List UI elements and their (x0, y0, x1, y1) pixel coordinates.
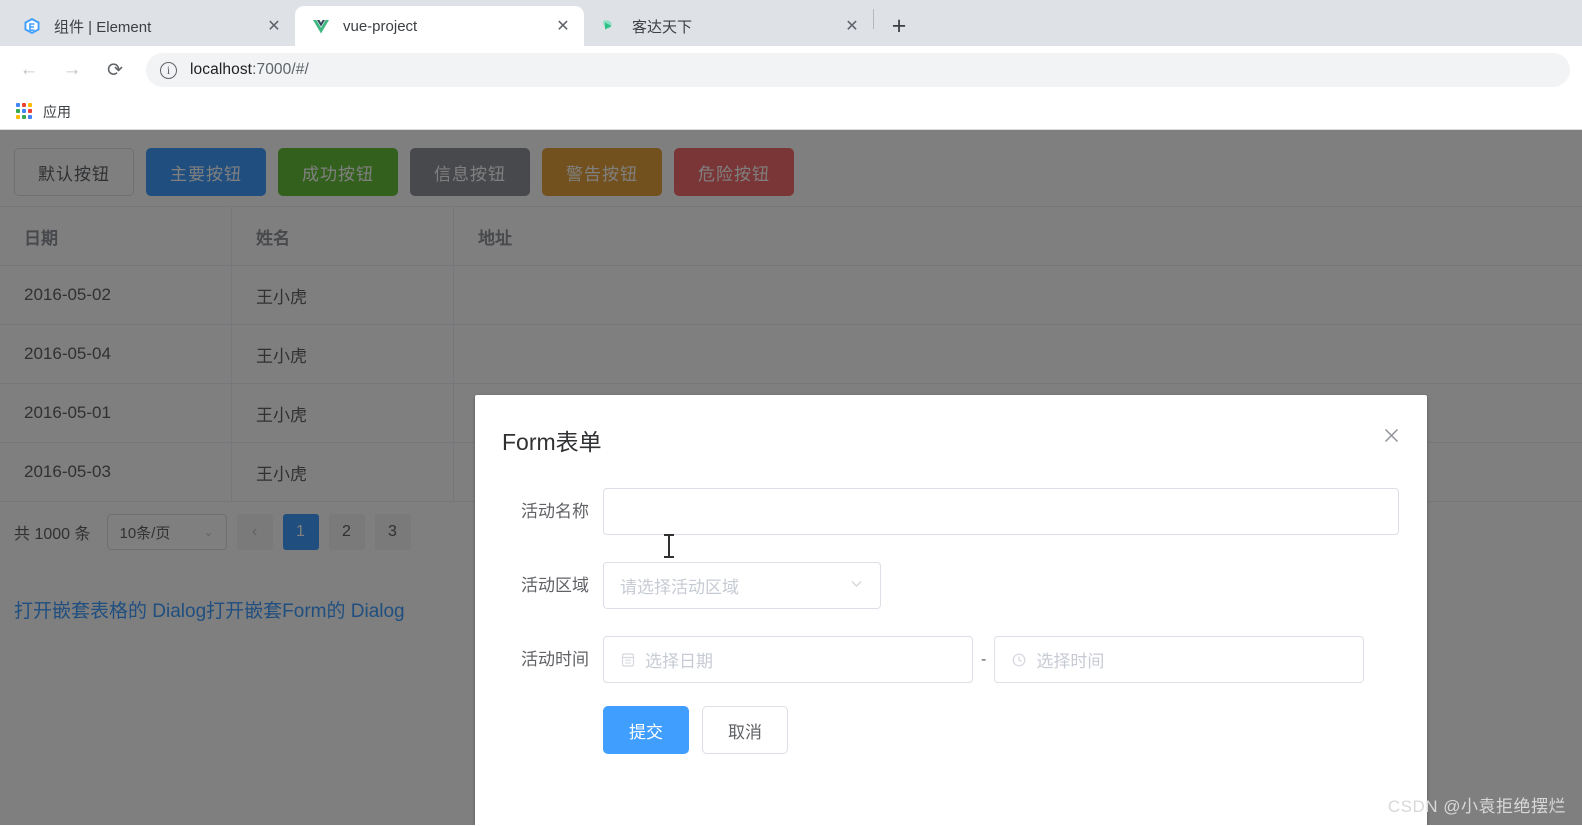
watermark: CSDN @小袁拒绝摆烂 (1387, 797, 1566, 816)
calendar-icon (620, 652, 636, 668)
activity-region-placeholder: 请选择活动区域 (620, 578, 739, 597)
apps-grid-icon[interactable] (16, 103, 33, 120)
dialog-body: 活动名称 活动区域 请选择活动区域 活动时间 选择日期 - 选择时间 提交 取消 (475, 466, 1427, 754)
activity-date-placeholder: 选择日期 (645, 652, 713, 671)
dialog-header: Form表单 (475, 395, 1427, 466)
keda-logo-icon (600, 16, 620, 36)
browser-tab-title: 组件 | Element (54, 18, 152, 36)
back-icon[interactable]: ← (12, 53, 46, 87)
dialog-title: Form表单 (502, 429, 602, 455)
browser-tab-element[interactable]: 组件 | Element ✕ (6, 6, 295, 46)
close-icon[interactable] (1377, 421, 1405, 449)
element-logo-icon (22, 16, 42, 36)
activity-region-select[interactable]: 请选择活动区域 (603, 562, 881, 609)
tab-close-icon[interactable]: ✕ (552, 15, 574, 37)
form-item-activity-time: 活动时间 选择日期 - 选择时间 (503, 636, 1399, 683)
form-item-activity-name: 活动名称 (503, 488, 1399, 535)
forward-icon[interactable]: → (55, 53, 89, 87)
clock-icon (1011, 652, 1027, 668)
range-separator: - (981, 651, 987, 668)
form-item-activity-region: 活动区域 请选择活动区域 (503, 562, 1399, 609)
submit-button[interactable]: 提交 (603, 706, 689, 754)
browser-tab-keda[interactable]: 客达天下 ✕ (584, 6, 873, 46)
new-tab-button[interactable]: + (882, 9, 916, 43)
dialog-actions: 提交 取消 (503, 706, 1399, 754)
page-viewport: 默认按钮 主要按钮 成功按钮 信息按钮 警告按钮 危险按钮 日期 姓名 地址 2… (0, 130, 1582, 825)
activity-time-picker[interactable]: 选择时间 (994, 636, 1365, 683)
browser-tab-title: 客达天下 (632, 18, 693, 36)
address-bar[interactable]: i localhost:7000/#/ (146, 53, 1570, 87)
cancel-button[interactable]: 取消 (702, 706, 788, 754)
tab-divider (873, 8, 874, 29)
tab-close-icon[interactable]: ✕ (841, 15, 863, 37)
bookmark-apps-label[interactable]: 应用 (43, 102, 71, 122)
reload-icon[interactable]: ⟳ (98, 53, 132, 87)
vue-logo-icon (311, 16, 331, 36)
browser-window: 组件 | Element ✕ vue-project ✕ 客达天下 ✕ + ← … (0, 0, 1582, 826)
tab-close-icon[interactable]: ✕ (263, 15, 285, 37)
form-dialog: Form表单 活动名称 活动区域 请选择活动区域 活动时间 选择日期 - 选择时… (475, 395, 1427, 825)
form-label-activity-region: 活动区域 (521, 576, 589, 595)
browser-toolbar: ← → ⟳ i localhost:7000/#/ (0, 46, 1582, 94)
form-label-activity-name: 活动名称 (521, 502, 589, 521)
activity-date-picker[interactable]: 选择日期 (603, 636, 973, 683)
chevron-down-icon (849, 576, 864, 595)
bookmark-bar: 应用 (0, 94, 1582, 130)
tab-strip: 组件 | Element ✕ vue-project ✕ 客达天下 ✕ + (0, 0, 1582, 46)
url-host: localhost (190, 61, 253, 78)
url-path: :7000/#/ (252, 61, 309, 78)
browser-tab-vue-project[interactable]: vue-project ✕ (295, 6, 584, 46)
activity-time-placeholder: 选择时间 (1036, 652, 1105, 671)
browser-tab-title: vue-project (343, 17, 418, 35)
address-bar-url: localhost:7000/#/ (190, 61, 309, 79)
form-label-activity-time: 活动时间 (521, 650, 589, 669)
activity-name-input[interactable] (603, 488, 1399, 535)
site-info-icon[interactable]: i (160, 61, 177, 79)
